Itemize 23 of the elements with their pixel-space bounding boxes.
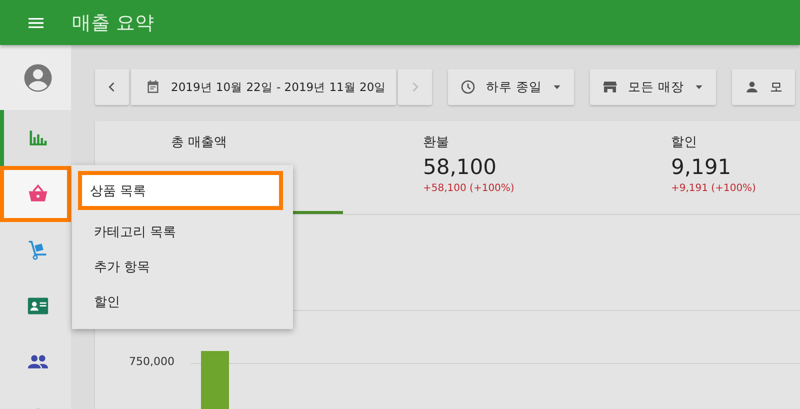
- menu-item[interactable]: 할인: [78, 284, 283, 319]
- filter-dropdown[interactable]: 모: [732, 69, 796, 105]
- menu-item[interactable]: 상품 목록: [78, 171, 283, 210]
- person-icon: [744, 79, 760, 95]
- sidebar-item[interactable]: [0, 110, 71, 166]
- store-icon: [602, 79, 618, 95]
- menu-item[interactable]: 추가 항목: [78, 249, 283, 284]
- axis-label: 750,000: [129, 355, 174, 368]
- calendar-icon: [145, 79, 161, 95]
- sidebar-item[interactable]: [0, 222, 71, 278]
- filter-dropdown[interactable]: 하루 종일: [448, 69, 574, 105]
- hand-truck-icon: [26, 239, 48, 261]
- clock-icon: [460, 79, 476, 95]
- id-card-icon: [26, 295, 48, 317]
- app-title: 매출 요약: [72, 10, 154, 36]
- date-range-button[interactable]: 2019년 10월 22일 - 2019년 11월 20일: [131, 69, 396, 105]
- menu-item[interactable]: 카테고리 목록: [78, 214, 283, 249]
- sidebar-item[interactable]: [0, 166, 71, 222]
- filter-dropdown[interactable]: 모든 매장: [590, 69, 716, 105]
- chart-bar: [200, 351, 228, 409]
- stat-tab[interactable]: 환불 58,100 +58,100 (+100%): [343, 121, 591, 214]
- avatar-icon: [22, 62, 52, 92]
- stat-tab[interactable]: 할인 9,191 +9,191 (+100%): [591, 121, 800, 214]
